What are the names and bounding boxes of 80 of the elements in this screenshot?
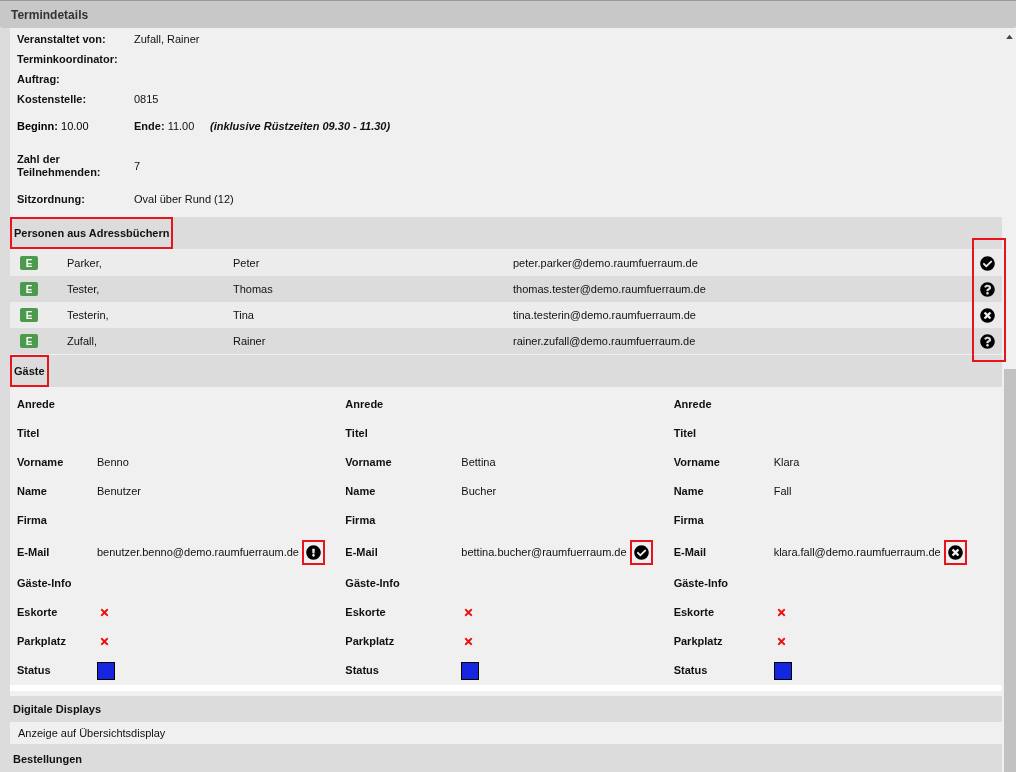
- last-name: Zufall,: [67, 333, 98, 349]
- field-label: Eskorte: [673, 605, 715, 621]
- field-label: Status: [673, 663, 709, 679]
- field-label: Firma: [17, 513, 48, 529]
- field-label: Firma: [345, 513, 377, 529]
- detail-label: Veranstaltet von:: [17, 32, 107, 46]
- type-badge: E: [20, 334, 38, 348]
- field-label: Name: [345, 484, 377, 500]
- detail-value: Ende: 11.00: [134, 118, 196, 134]
- person-row[interactable]: E Testerin, Tina tina.testerin@demo.raumfuerraum.de: [10, 302, 1002, 328]
- field-label: Name: [673, 484, 705, 500]
- detail-label: Sitzordnung:: [17, 192, 86, 206]
- section-heading: Digitale Displays: [13, 701, 102, 717]
- person-row[interactable]: E Tester, Thomas thomas.tester@demo.raumfuerraum.de: [10, 276, 1002, 302]
- field-label: Gäste-Info: [17, 576, 73, 592]
- detail-label: Auftrag:: [17, 72, 61, 86]
- field-label: Anrede: [673, 397, 713, 413]
- field-label: Titel: [345, 426, 369, 442]
- field-label: Anrede: [345, 397, 385, 413]
- field-value: Benno: [97, 455, 129, 471]
- field-label: Parkplatz: [673, 634, 724, 650]
- first-name: Thomas: [233, 281, 274, 297]
- detail-value: 7: [134, 158, 141, 174]
- field-label: E-Mail: [345, 544, 379, 560]
- last-name: Tester,: [67, 281, 101, 297]
- field-value: Klara: [773, 455, 800, 471]
- detail-label: Terminkoordinator:: [17, 52, 119, 66]
- field-value: Bettina: [461, 455, 496, 471]
- detail-value: Oval über Rund (12): [134, 191, 234, 207]
- field-label: Titel: [17, 426, 41, 442]
- field-label: Parkplatz: [17, 634, 67, 650]
- field-label: Status: [17, 663, 52, 679]
- field-label: Firma: [673, 513, 705, 529]
- type-badge: E: [20, 256, 38, 270]
- field-value: Bucher: [461, 484, 497, 500]
- field-label: Status: [345, 663, 380, 679]
- field-value: Benutzer: [97, 484, 142, 500]
- field-label: E-Mail: [673, 544, 708, 560]
- field-label: Gäste-Info: [673, 576, 730, 592]
- last-name: Parker,: [67, 255, 103, 271]
- field-label: Name: [17, 484, 48, 500]
- display-option: Anzeige auf Übersichtsdisplay: [18, 724, 166, 742]
- field-label: Vorname: [673, 455, 721, 471]
- detail-value: Zufall, Rainer: [134, 31, 200, 47]
- field-label: E-Mail: [17, 544, 51, 560]
- section-heading: Personen aus Adressbüchern: [14, 225, 170, 241]
- email-link[interactable]: rainer.zufall@demo.raumfuerraum.de: [513, 332, 972, 350]
- field-value: Fall: [773, 484, 792, 500]
- email-link[interactable]: benutzer.benno@demo.raumfuerraum.de: [97, 543, 299, 561]
- field-label: Titel: [673, 426, 698, 442]
- field-label: Vorname: [17, 455, 65, 471]
- field-label: Parkplatz: [345, 634, 396, 650]
- email-link[interactable]: bettina.bucher@raumfuerraum.de: [461, 543, 627, 561]
- detail-label: Zahl der Teilnehmenden:: [17, 153, 102, 179]
- field-label: Eskorte: [345, 605, 387, 621]
- field-label: Anrede: [17, 397, 56, 413]
- section-heading: Gäste: [14, 363, 45, 379]
- scrollbar-thumb[interactable]: [1004, 369, 1016, 772]
- type-badge: E: [20, 308, 38, 322]
- field-label: Vorname: [345, 455, 393, 471]
- detail-value: 0815: [134, 91, 159, 107]
- setup-time-note: (inklusive Rüstzeiten 09.30 - 11.30): [210, 118, 391, 134]
- type-badge: E: [20, 282, 38, 296]
- person-row[interactable]: E Zufall, Rainer rainer.zufall@demo.raumfuerraum.de: [10, 328, 1002, 354]
- person-row[interactable]: E Parker, Peter peter.parker@demo.raumfuerraum.de: [10, 250, 1002, 276]
- email-link[interactable]: thomas.tester@demo.raumfuerraum.de: [513, 280, 972, 298]
- email-link[interactable]: tina.testerin@demo.raumfuerraum.de: [513, 306, 972, 324]
- first-name: Tina: [233, 307, 255, 323]
- field-label: Gäste-Info: [345, 576, 401, 592]
- detail-label: Kostenstelle:: [17, 92, 88, 106]
- first-name: Rainer: [233, 333, 267, 349]
- section-heading: Bestellungen: [13, 751, 83, 767]
- window-title: Termindetails: [11, 6, 89, 24]
- last-name: Testerin,: [67, 307, 110, 323]
- email-link[interactable]: peter.parker@demo.raumfuerraum.de: [513, 254, 972, 272]
- detail-label: Beginn: 10.00: [17, 118, 90, 134]
- first-name: Peter: [233, 255, 261, 271]
- email-link[interactable]: klara.fall@demo.raumfuerraum.de: [773, 543, 941, 561]
- field-label: Eskorte: [17, 605, 59, 621]
- scroll-up-icon[interactable]: [1005, 34, 1013, 39]
